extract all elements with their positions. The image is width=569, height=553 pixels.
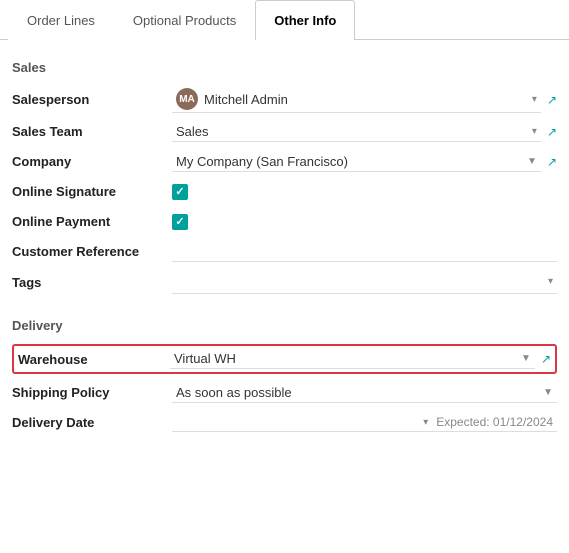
online-signature-label: Online Signature <box>12 184 172 199</box>
delivery-section: Delivery Warehouse Virtual WH ▼ ↗ Shippi… <box>12 318 557 438</box>
customer-reference-row: Customer Reference <box>12 237 557 267</box>
delivery-date-label: Delivery Date <box>12 415 172 430</box>
online-payment-row: Online Payment <box>12 207 557 237</box>
delivery-section-title: Delivery <box>12 318 557 333</box>
sales-team-value: Sales ▾ ↗ <box>172 122 557 142</box>
warehouse-value-area: Virtual WH ▼ ↗ <box>170 349 551 369</box>
shipping-policy-dropdown-icon: ▼ <box>543 387 553 398</box>
salesperson-external-link[interactable]: ↗ <box>547 93 557 107</box>
salesperson-row: Salesperson MA Mitchell Admin ▾ ↗ <box>12 83 557 117</box>
delivery-date-row: Delivery Date ▾ Expected: 01/12/2024 <box>12 408 557 438</box>
tags-input[interactable]: ▾ <box>172 270 557 294</box>
sales-team-dropdown-icon: ▾ <box>532 126 537 137</box>
tab-optional-products[interactable]: Optional Products <box>114 0 255 40</box>
tags-dropdown-icon: ▾ <box>548 276 553 287</box>
delivery-date-value: ▾ Expected: 01/12/2024 <box>172 413 557 432</box>
salesperson-label: Salesperson <box>12 92 172 107</box>
online-signature-value <box>172 184 557 200</box>
warehouse-highlight-box: Warehouse Virtual WH ▼ ↗ <box>12 344 557 374</box>
warehouse-dropdown-icon: ▼ <box>521 353 531 364</box>
warehouse-text: Virtual WH <box>174 351 517 366</box>
company-dropdown-icon: ▼ <box>527 156 537 167</box>
warehouse-row: Warehouse Virtual WH ▼ ↗ <box>12 341 557 378</box>
sales-section: Sales Salesperson MA Mitchell Admin ▾ ↗ … <box>12 60 557 298</box>
company-value: My Company (San Francisco) ▼ ↗ <box>172 152 557 172</box>
salesperson-dropdown-icon: ▾ <box>532 94 537 105</box>
sales-section-title: Sales <box>12 60 557 75</box>
sales-team-text: Sales <box>176 124 528 139</box>
sales-team-label: Sales Team <box>12 124 172 139</box>
customer-reference-value <box>172 242 557 262</box>
company-select[interactable]: My Company (San Francisco) ▼ <box>172 152 541 172</box>
delivery-date-dropdown-icon: ▾ <box>423 417 428 428</box>
tags-value: ▾ <box>172 270 557 294</box>
customer-reference-label: Customer Reference <box>12 244 172 259</box>
content-area: Sales Salesperson MA Mitchell Admin ▾ ↗ … <box>0 40 569 454</box>
warehouse-label: Warehouse <box>18 352 170 367</box>
online-payment-label: Online Payment <box>12 214 172 229</box>
shipping-policy-label: Shipping Policy <box>12 385 172 400</box>
tags-label: Tags <box>12 275 172 290</box>
online-signature-row: Online Signature <box>12 177 557 207</box>
online-payment-checkbox[interactable] <box>172 214 188 230</box>
delivery-date-field[interactable]: ▾ Expected: 01/12/2024 <box>172 413 557 432</box>
online-payment-value <box>172 214 557 230</box>
shipping-policy-row: Shipping Policy As soon as possible ▼ <box>12 378 557 408</box>
sales-team-row: Sales Team Sales ▾ ↗ <box>12 117 557 147</box>
delivery-date-expected: Expected: 01/12/2024 <box>436 415 553 429</box>
company-row: Company My Company (San Francisco) ▼ ↗ <box>12 147 557 177</box>
salesperson-text: Mitchell Admin <box>204 92 528 107</box>
shipping-policy-value: As soon as possible ▼ <box>172 383 557 403</box>
online-signature-checkbox[interactable] <box>172 184 188 200</box>
tab-order-lines[interactable]: Order Lines <box>8 0 114 40</box>
tabs-container: Order Lines Optional Products Other Info <box>0 0 569 40</box>
company-text: My Company (San Francisco) <box>176 154 523 169</box>
shipping-policy-select[interactable]: As soon as possible ▼ <box>172 383 557 403</box>
company-external-link[interactable]: ↗ <box>547 155 557 169</box>
warehouse-select[interactable]: Virtual WH ▼ <box>170 349 535 369</box>
sales-team-select[interactable]: Sales ▾ <box>172 122 541 142</box>
salesperson-avatar: MA <box>176 88 198 110</box>
warehouse-external-link[interactable]: ↗ <box>541 352 551 366</box>
sales-team-external-link[interactable]: ↗ <box>547 125 557 139</box>
salesperson-value: MA Mitchell Admin ▾ ↗ <box>172 86 557 113</box>
customer-reference-input[interactable] <box>172 242 557 262</box>
tab-other-info[interactable]: Other Info <box>255 0 355 40</box>
shipping-policy-text: As soon as possible <box>176 385 539 400</box>
tags-row: Tags ▾ <box>12 267 557 298</box>
salesperson-select[interactable]: MA Mitchell Admin ▾ <box>172 86 541 113</box>
company-label: Company <box>12 154 172 169</box>
